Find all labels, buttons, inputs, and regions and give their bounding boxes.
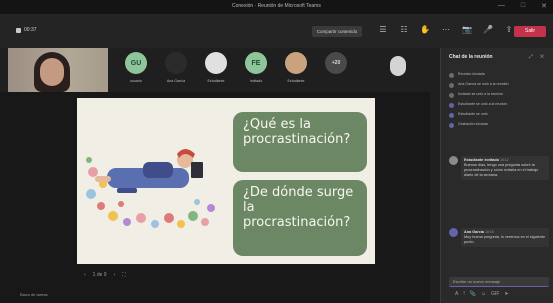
compose-input[interactable]: Escribe un nuevo mensaje	[449, 277, 549, 287]
avatar: FE	[245, 52, 267, 74]
participant-name: usuario	[130, 79, 142, 83]
chat-header-icons[interactable]: ⤢ ✕	[529, 54, 547, 60]
event-icon	[449, 73, 454, 78]
event-icon	[449, 123, 454, 128]
meeting-timer: 00:37	[16, 27, 37, 33]
participant-name: Invitado	[249, 79, 263, 83]
message-body: Muy buena pregunta, lo veremos en el sig…	[464, 235, 546, 244]
event-text: Estudiante se unió a la reunión	[458, 102, 508, 106]
avatar	[285, 52, 307, 74]
avatar: +20	[325, 52, 347, 74]
chat-message[interactable]: Estudiante invitado 10:12 Buenos días, t…	[449, 156, 549, 208]
question-box-1: ¿Qué es la procrastinación?	[233, 112, 367, 172]
procrastination-illustration	[86, 149, 215, 228]
presentation-slide: ¿Qué es la procrastinación? ¿De dónde su…	[77, 98, 375, 264]
author-name: Estudiante invitado	[464, 158, 500, 162]
event-text: Reunión iniciada	[458, 72, 485, 76]
priority-icon[interactable]: !	[463, 291, 464, 297]
next-slide-button[interactable]: ›	[114, 272, 116, 278]
list-item: Ana García se unió a la reunión	[449, 82, 549, 88]
message-body: Buenos días, tengo una pregunta sobre la…	[464, 163, 539, 177]
event-icon	[449, 113, 454, 118]
participant-tile[interactable]: GU usuario	[116, 50, 156, 92]
chat-panel: Chat de la reunión ⤢ ✕ Reunión iniciada …	[440, 48, 553, 303]
participant-tile[interactable]: Estudiante	[276, 50, 316, 92]
question-box-2: ¿De dónde surge la procrastinación?	[233, 180, 367, 256]
participant-tile[interactable]: FE Invitado	[236, 50, 276, 92]
list-item: Reunión iniciada	[449, 72, 549, 78]
author-name: Ana García	[464, 230, 485, 234]
event-icon	[449, 93, 454, 98]
shield-icon	[16, 27, 21, 33]
event-icon	[449, 83, 454, 88]
participant-tile[interactable]: Estudiante	[196, 50, 236, 92]
compose-toolbar: A ! 📎 ☺ GIF ➤	[455, 291, 509, 297]
camera-icon[interactable]: 📷	[462, 25, 472, 34]
window-title: Conexión · Reunión de Microsoft Teams	[232, 3, 321, 9]
list-item: Estudiante se unió	[449, 112, 549, 118]
attach-icon[interactable]: 📎	[470, 291, 476, 297]
avatar: GU	[125, 52, 147, 74]
event-text: Invitado se unió a la reunión	[458, 92, 503, 96]
message-bubble: Estudiante invitado 10:12 Buenos días, t…	[461, 156, 549, 180]
minimize-button[interactable]: —	[498, 2, 505, 10]
gif-icon[interactable]: GIF	[491, 291, 499, 297]
avatar	[449, 228, 458, 237]
message-time: 10:15	[485, 230, 494, 234]
timer-text: 00:37	[24, 27, 37, 33]
participant-name: Ana García	[166, 79, 186, 83]
leave-button[interactable]: Salir	[514, 26, 546, 37]
close-window-button[interactable]: ✕	[541, 2, 547, 10]
avatar	[205, 52, 227, 74]
event-text: Grabación iniciada	[458, 122, 488, 126]
avatar	[165, 52, 187, 74]
participant-name: Estudiante	[207, 79, 225, 83]
participant-strip: GU usuario Ana García Estudiante FE Invi…	[116, 50, 366, 92]
share-icon[interactable]: ⇪	[504, 25, 514, 34]
list-item: Invitado se unió a la reunión	[449, 92, 549, 98]
chat-icon[interactable]: ☰	[378, 25, 388, 34]
event-text: Ana García se unió a la reunión	[458, 82, 509, 86]
send-icon[interactable]: ➤	[504, 291, 508, 297]
window-controls: — □ ✕	[498, 2, 547, 10]
participant-overflow[interactable]: +20	[316, 50, 356, 92]
title-bar: Conexión · Reunión de Microsoft Teams — …	[0, 0, 553, 14]
maximize-button[interactable]: □	[521, 2, 525, 10]
toolbar-icons: ☰ ☷ ✋ ⋯ 📷 🎤 ⇪	[378, 25, 514, 34]
person-face	[40, 58, 64, 86]
microphone-icon[interactable]: 🎤	[483, 25, 493, 34]
list-item: Estudiante se unió a la reunión	[449, 102, 549, 108]
emoji-icon[interactable]: ☺	[481, 291, 486, 297]
message-bubble: Ana García 10:15 Muy buena pregunta, lo …	[461, 228, 549, 247]
presenter-avatar	[390, 56, 406, 76]
list-item: Grabación iniciada	[449, 122, 549, 128]
self-video-tile[interactable]	[8, 48, 108, 92]
event-icon	[449, 103, 454, 108]
people-icon[interactable]: ☷	[399, 25, 409, 34]
taskbar-label: Barra de tareas	[20, 292, 48, 297]
chat-event-list: Reunión iniciada Ana García se unió a la…	[449, 72, 549, 132]
avatar	[449, 156, 458, 165]
message-time: 10:12	[500, 158, 509, 162]
slide-navigation: ‹ 1 de 9 › ⛶	[84, 272, 126, 278]
fullscreen-icon[interactable]: ⛶	[122, 272, 126, 278]
event-text: Estudiante se unió	[458, 112, 488, 116]
participant-tile[interactable]: Ana García	[156, 50, 196, 92]
chat-message[interactable]: Ana García 10:15 Muy buena pregunta, lo …	[449, 228, 549, 262]
raise-hand-icon[interactable]: ✋	[420, 25, 430, 34]
format-icon[interactable]: A	[455, 291, 458, 297]
chat-title: Chat de la reunión	[449, 54, 493, 60]
previous-slide-button[interactable]: ‹	[84, 272, 86, 278]
share-content-button[interactable]: Compartir contenido	[312, 26, 362, 37]
meeting-toolbar: 00:37 Compartir contenido ☰ ☷ ✋ ⋯ 📷 🎤 ⇪ …	[0, 14, 553, 48]
presenter-video[interactable]	[378, 52, 418, 84]
slide-page-counter: 1 de 9	[92, 272, 107, 278]
more-icon[interactable]: ⋯	[441, 25, 451, 34]
participant-name: Estudiante	[287, 79, 305, 83]
